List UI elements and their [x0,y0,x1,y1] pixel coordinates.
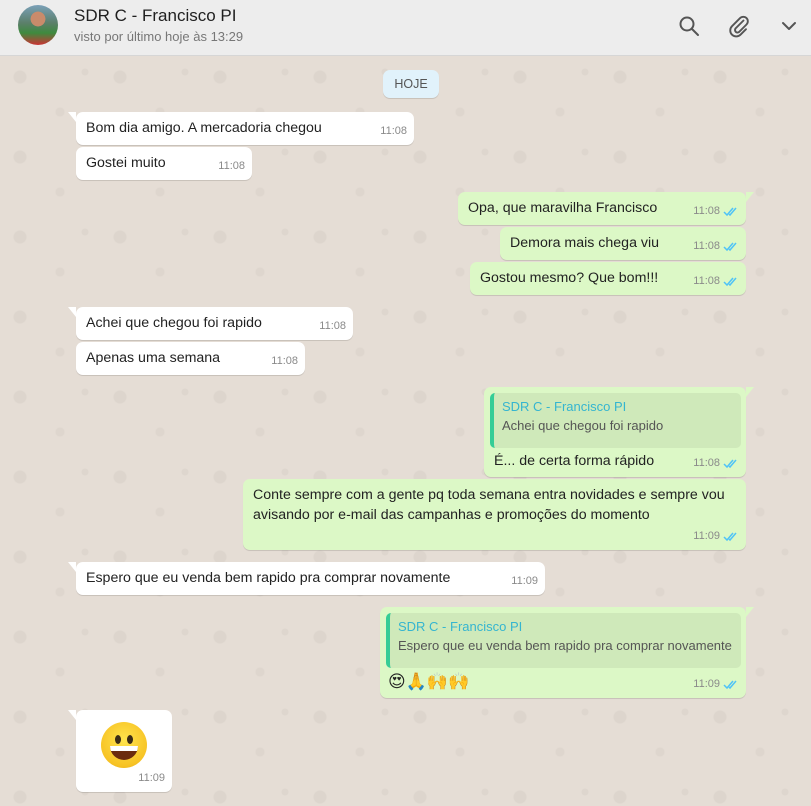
grinning-face-icon [101,722,147,768]
message-text: Espero que eu venda bem rapido pra compr… [86,570,451,586]
message-outgoing[interactable]: Opa, que maravilha Francisco 11:08 [458,192,754,225]
read-ticks-icon [723,242,737,251]
quoted-message[interactable]: SDR C - Francisco PI Espero que eu venda… [386,613,741,668]
message-outgoing[interactable]: Conte sempre com a gente pq toda semana … [243,479,746,550]
message-text: Conte sempre com a gente pq toda semana … [253,487,725,523]
contact-name[interactable]: SDR C - Francisco PI [74,6,236,26]
read-ticks-icon [723,277,737,286]
message-time: 11:08 [319,320,346,332]
message-text: Apenas uma semana [86,350,221,366]
message-time: 11:08 [693,240,720,252]
message-status: 11:09 [693,674,739,694]
message-outgoing[interactable]: Gostou mesmo? Que bom!!! 11:08 [470,262,746,295]
message-time: 11:08 [693,205,720,217]
message-incoming[interactable]: Apenas uma semana 11:08 [76,342,305,375]
quoted-author: SDR C - Francisco PI [398,619,523,634]
read-ticks-icon [723,207,737,216]
message-status: 11:09 [693,526,739,546]
chevron-down-icon[interactable] [777,14,801,38]
quoted-message[interactable]: SDR C - Francisco PI Achei que chegou fo… [490,393,741,448]
quoted-author: SDR C - Francisco PI [502,399,627,414]
message-incoming-emoji[interactable]: 11:09 [68,710,172,792]
quoted-text: Espero que eu venda bem rapido pra compr… [398,638,732,653]
message-text: É... de certa forma rápido [494,453,655,469]
emoji-message-text: 😍🙏🙌🙌 [388,672,470,691]
message-text: Gostei muito [86,155,166,171]
message-text: Demora mais chega viu [510,235,660,251]
message-time: 11:09 [138,772,165,784]
message-status: 11:08 [693,236,739,256]
message-time: 11:08 [380,125,407,137]
message-outgoing[interactable]: Demora mais chega viu 11:08 [500,227,746,260]
message-status: 11:08 [693,271,739,291]
message-time: 11:09 [511,575,538,587]
message-time: 11:09 [693,678,720,690]
message-incoming[interactable]: Bom dia amigo. A mercadoria chegou 11:08 [68,112,414,145]
message-status: 11:08 [693,201,739,221]
search-icon[interactable] [677,14,701,38]
message-incoming[interactable]: Gostei muito 11:08 [76,147,252,180]
message-text: Gostou mesmo? Que bom!!! [480,270,659,286]
read-ticks-icon [723,532,737,541]
message-time: 11:08 [218,160,245,172]
last-seen-status: visto por último hoje às 13:29 [74,29,244,44]
quoted-text: Achei que chegou foi rapido [502,418,664,433]
read-ticks-icon [723,459,737,468]
paperclip-icon[interactable] [727,14,751,38]
message-time: 11:08 [271,355,298,367]
message-text: Achei que chegou foi rapido [86,315,262,331]
message-incoming[interactable]: Achei que chegou foi rapido 11:08 [68,307,353,340]
chat-header: SDR C - Francisco PI visto por último ho… [0,0,811,56]
message-time: 11:08 [693,457,720,469]
message-text: Bom dia amigo. A mercadoria chegou [86,120,322,136]
message-status: 11:08 [693,453,739,473]
read-ticks-icon [723,680,737,689]
message-time: 11:08 [693,275,720,287]
message-incoming[interactable]: Espero que eu venda bem rapido pra compr… [68,562,545,595]
message-text: Opa, que maravilha Francisco [468,200,658,216]
contact-avatar[interactable] [18,5,58,45]
date-badge: HOJE [383,70,439,98]
message-time: 11:09 [693,530,720,542]
message-outgoing-reply[interactable]: SDR C - Francisco PI Achei que chegou fo… [484,387,754,477]
message-outgoing-reply[interactable]: SDR C - Francisco PI Espero que eu venda… [380,607,754,698]
